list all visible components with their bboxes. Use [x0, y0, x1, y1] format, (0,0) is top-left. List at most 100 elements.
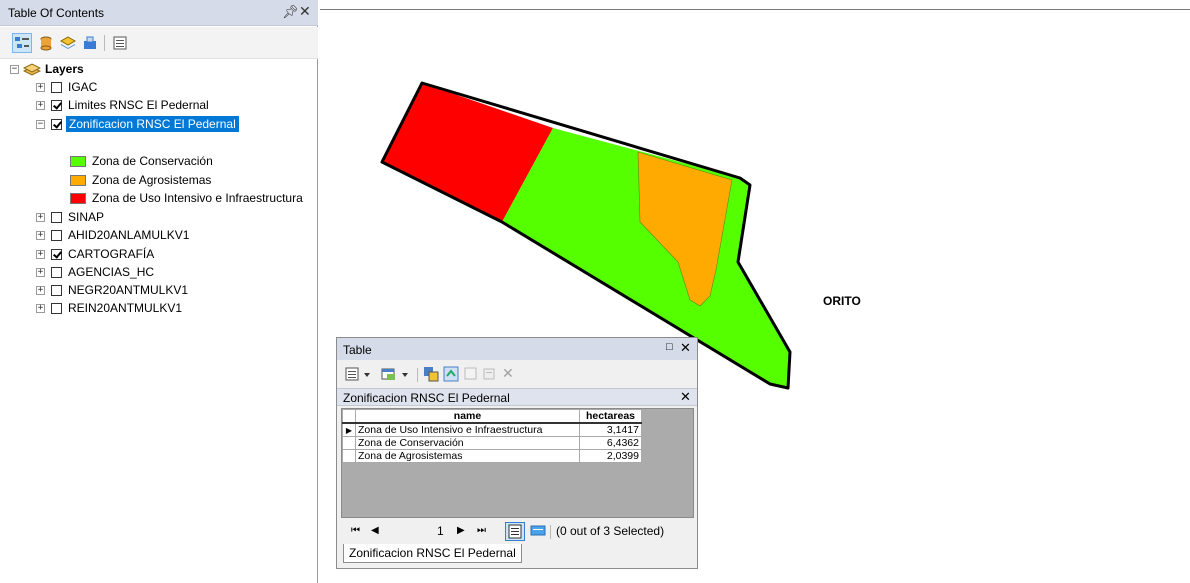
layer-visibility-checkbox[interactable]	[51, 229, 62, 241]
last-record-icon[interactable]: ⏭︎	[477, 525, 486, 536]
layer-label: CARTOGRAFÍA	[68, 247, 155, 261]
options-list-icon	[113, 36, 127, 50]
table-title-bar[interactable]: Table □ ✕	[337, 338, 697, 360]
show-all-records-button[interactable]	[505, 522, 525, 541]
close-icon[interactable]: ✕	[680, 389, 691, 405]
layers-root[interactable]: − Layers	[10, 60, 84, 78]
related-tables-icon[interactable]	[381, 366, 413, 382]
layer-row-rein[interactable]: + REIN20ANTMULKV1	[36, 299, 182, 317]
table-layer-name: Zonificacion RNSC El Pedernal	[343, 391, 510, 405]
close-icon[interactable]: ✕	[680, 340, 691, 356]
cell-name[interactable]: Zona de Conservación	[355, 436, 580, 450]
collapse-icon[interactable]: −	[36, 119, 45, 129]
cell-hectareas[interactable]: 2,0399	[579, 449, 642, 463]
toolbar-separator	[550, 525, 551, 539]
expand-icon[interactable]: +	[36, 212, 45, 222]
layer-row-zonificacion[interactable]: − Zonificacion RNSC El Pedernal	[36, 115, 239, 133]
layer-visibility-checkbox[interactable]	[51, 284, 62, 296]
layer-row-igac[interactable]: + IGAC	[36, 78, 97, 96]
layer-row-agencias[interactable]: + AGENCIAS_HC	[36, 263, 154, 281]
expand-icon[interactable]: +	[36, 230, 45, 240]
toc-title: Table Of Contents	[8, 6, 105, 20]
layers-folder-icon	[23, 63, 41, 76]
cell-hectareas[interactable]: 3,1417	[579, 422, 642, 437]
table-window-title: Table	[343, 343, 372, 357]
cell-name[interactable]: Zona de Agrosistemas	[355, 449, 580, 463]
layer-label: SINAP	[68, 210, 105, 224]
layer-row-cartografia[interactable]: + CARTOGRAFÍA	[36, 245, 154, 263]
layer-visibility-checkbox[interactable]	[51, 99, 62, 111]
layer-label: NEGR20ANTMULKV1	[68, 283, 189, 297]
layer-label: Limites RNSC El Pedernal	[68, 98, 209, 112]
list-by-drawing-order-button[interactable]	[12, 33, 32, 53]
column-header-hectareas[interactable]: hectareas	[579, 409, 642, 424]
expand-icon[interactable]: +	[36, 267, 45, 277]
expand-icon[interactable]: +	[36, 249, 45, 259]
toc-toolbar	[0, 27, 318, 59]
layer-visibility-checkbox[interactable]	[51, 266, 62, 278]
table-row[interactable]: Zona de Agrosistemas 2,0399	[342, 449, 642, 463]
delete-icon[interactable]: ✕	[502, 365, 514, 382]
attribute-table-window: Table □ ✕ ✕ Zonificacion RNSC El Pederna…	[336, 337, 698, 569]
legend-label: Zona de Conservación	[92, 154, 213, 168]
layer-visibility-checkbox[interactable]	[51, 211, 62, 223]
place-label-orito: ORITO	[823, 294, 861, 308]
current-record-number[interactable]: 1	[437, 524, 444, 538]
layer-row-limites[interactable]: + Limites RNSC El Pedernal	[36, 96, 209, 114]
layers-stack-icon	[60, 36, 76, 49]
table-header-row: name hectareas	[342, 409, 642, 424]
column-header-name[interactable]: name	[355, 409, 580, 424]
next-record-icon[interactable]: ▶	[457, 525, 465, 536]
database-icon	[40, 36, 52, 51]
table-navigation-bar: ⏮︎ ◀ 1 ▶ ⏭︎ (0 out of 3 Selected)	[337, 518, 697, 544]
select-by-attributes-icon[interactable]	[423, 366, 439, 382]
layer-label-selected: Zonificacion RNSC El Pedernal	[66, 116, 239, 132]
layer-row-negr[interactable]: + NEGR20ANTMULKV1	[36, 281, 188, 299]
selection-status: (0 out of 3 Selected)	[556, 524, 665, 538]
row-selector[interactable]	[342, 449, 356, 463]
legend-label: Zona de Uso Intensivo e Infraestructura	[92, 191, 303, 205]
first-record-icon[interactable]: ⏮︎	[351, 525, 360, 536]
cell-name[interactable]: Zona de Uso Intensivo e Infraestructura	[355, 422, 580, 437]
previous-record-icon[interactable]: ◀	[371, 525, 379, 536]
table-row[interactable]: ▶ Zona de Uso Intensivo e Infraestructur…	[342, 422, 642, 437]
attribute-grid[interactable]: name hectareas ▶ Zona de Uso Intensivo e…	[341, 408, 694, 518]
table-tab[interactable]: Zonificacion RNSC El Pedernal	[343, 544, 522, 563]
cell-hectareas[interactable]: 6,4362	[579, 436, 642, 450]
row-selector-header[interactable]	[342, 409, 356, 424]
layer-visibility-checkbox[interactable]	[51, 118, 62, 130]
expand-icon[interactable]: +	[36, 285, 45, 295]
layer-label: IGAC	[68, 80, 98, 94]
list-by-selection-button[interactable]	[80, 33, 100, 53]
expand-icon[interactable]: +	[36, 303, 45, 313]
expand-icon[interactable]: +	[36, 82, 45, 92]
list-by-visibility-button[interactable]	[58, 33, 78, 53]
row-selector[interactable]	[342, 436, 356, 450]
table-of-contents-panel: Table Of Contents 📌︎ ✕ − Layers + IGAC +…	[0, 0, 318, 583]
layer-row-sinap[interactable]: + SINAP	[36, 208, 104, 226]
close-icon[interactable]: ✕	[299, 3, 311, 20]
list-by-source-button[interactable]	[36, 33, 56, 53]
options-button[interactable]	[110, 33, 130, 53]
table-toolbar: ✕	[337, 361, 697, 387]
legend-item-uso-intensivo[interactable]: Zona de Uso Intensivo e Infraestructura	[70, 189, 303, 207]
maximize-icon[interactable]: □	[666, 341, 673, 353]
collapse-icon[interactable]: −	[10, 64, 19, 74]
layer-visibility-checkbox[interactable]	[51, 248, 62, 260]
layer-visibility-checkbox[interactable]	[51, 81, 62, 93]
layer-label: AGENCIAS_HC	[68, 265, 155, 279]
layer-visibility-checkbox[interactable]	[51, 302, 62, 314]
row-selector-current[interactable]: ▶	[342, 422, 356, 437]
legend-item-conservacion[interactable]: Zona de Conservación	[70, 152, 213, 170]
delete-selected-icon[interactable]	[481, 366, 497, 382]
switch-selection-icon[interactable]	[443, 366, 459, 382]
table-row[interactable]: Zona de Conservación 6,4362	[342, 436, 642, 450]
selection-icon	[84, 36, 96, 49]
legend-item-agrosistemas[interactable]: Zona de Agrosistemas	[70, 171, 211, 189]
layer-row-ahid[interactable]: + AHID20ANLAMULKV1	[36, 226, 189, 244]
expand-icon[interactable]: +	[36, 100, 45, 110]
pin-icon[interactable]: 📌︎	[282, 4, 299, 20]
table-options-icon[interactable]	[345, 366, 375, 382]
show-selected-records-icon[interactable]	[529, 524, 547, 538]
clear-selection-icon[interactable]	[463, 366, 479, 382]
